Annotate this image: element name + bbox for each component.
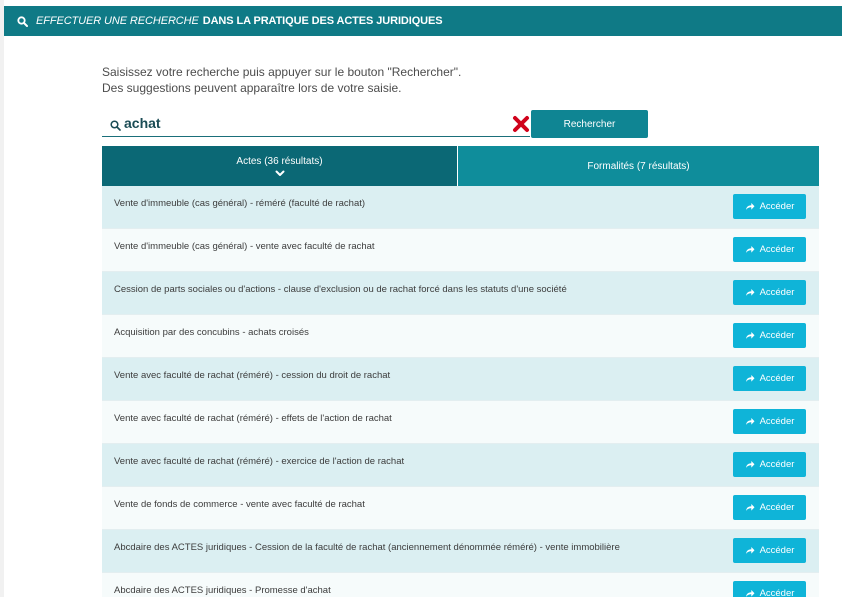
list-item: Vente avec faculté de rachat (réméré) - … (102, 401, 819, 444)
list-item: Abcdaire des ACTES juridiques - Promesse… (102, 573, 819, 597)
list-item: Vente avec faculté de rachat (réméré) - … (102, 358, 819, 401)
tab-formalites[interactable]: Formalités (7 résultats) (458, 146, 819, 186)
list-item: Vente d'immeuble (cas général) - réméré … (102, 186, 819, 229)
search-button[interactable]: Rechercher (531, 110, 648, 138)
result-title[interactable]: Acquisition par des concubins - achats c… (114, 327, 309, 338)
result-title[interactable]: Cession de parts sociales ou d'actions -… (114, 284, 567, 295)
result-title[interactable]: Vente avec faculté de rachat (réméré) - … (114, 370, 390, 381)
intro-text: Saisissez votre recherche puis appuyer s… (102, 64, 461, 96)
header-italic-title: EFFECTUER UNE RECHERCHE (36, 15, 199, 27)
result-title[interactable]: Vente de fonds de commerce - vente avec … (114, 499, 365, 510)
result-title[interactable]: Vente avec faculté de rachat (réméré) - … (114, 413, 392, 424)
access-button[interactable]: Accéder (733, 366, 806, 391)
page: EFFECTUER UNE RECHERCHE DANS LA PRATIQUE… (0, 0, 842, 597)
access-button[interactable]: Accéder (733, 581, 806, 597)
tab-actes-label: Actes (36 résultats) (236, 156, 323, 167)
search-icon (110, 118, 121, 136)
share-arrow-icon (745, 460, 760, 469)
share-arrow-icon (745, 288, 760, 297)
access-button[interactable]: Accéder (733, 194, 806, 219)
access-button[interactable]: Accéder (733, 323, 806, 348)
access-button-label: Accéder (759, 459, 795, 470)
access-button[interactable]: Accéder (733, 538, 806, 563)
chevron-down-icon (275, 169, 285, 180)
list-item: Cession de parts sociales ou d'actions -… (102, 272, 819, 315)
access-button[interactable]: Accéder (733, 409, 806, 434)
results-list: Vente d'immeuble (cas général) - réméré … (102, 186, 819, 597)
tab-formalites-label: Formalités (7 résultats) (587, 160, 690, 172)
access-button[interactable]: Accéder (733, 237, 806, 262)
share-arrow-icon (745, 417, 760, 426)
list-item: Vente avec faculté de rachat (réméré) - … (102, 444, 819, 487)
results-tabs: Actes (36 résultats) Formalités (7 résul… (102, 146, 819, 186)
list-item: Vente de fonds de commerce - vente avec … (102, 487, 819, 530)
header-bold-title: DANS LA PRATIQUE DES ACTES JURIDIQUES (202, 15, 443, 27)
access-button-label: Accéder (759, 201, 795, 212)
share-arrow-icon (745, 245, 760, 254)
access-button-label: Accéder (759, 502, 795, 513)
search-value[interactable]: achat (124, 115, 161, 131)
access-button-label: Accéder (759, 588, 795, 597)
share-arrow-icon (745, 331, 760, 340)
list-item: Acquisition par des concubins - achats c… (102, 315, 819, 358)
header-bar: EFFECTUER UNE RECHERCHE DANS LA PRATIQUE… (4, 6, 842, 36)
left-rule (0, 0, 4, 597)
result-title[interactable]: Vente d'immeuble (cas général) - réméré … (114, 198, 365, 209)
access-button-label: Accéder (759, 545, 795, 556)
share-arrow-icon (745, 503, 760, 512)
search-input[interactable]: achat (102, 112, 530, 137)
share-arrow-icon (745, 546, 760, 555)
access-button[interactable]: Accéder (733, 452, 806, 477)
intro-line-2: Des suggestions peuvent apparaître lors … (102, 81, 402, 95)
access-button-label: Accéder (759, 330, 795, 341)
access-button-label: Accéder (759, 287, 795, 298)
share-arrow-icon (745, 202, 760, 211)
access-button[interactable]: Accéder (733, 495, 806, 520)
result-title[interactable]: Vente d'immeuble (cas général) - vente a… (114, 241, 375, 252)
result-title[interactable]: Vente avec faculté de rachat (réméré) - … (114, 456, 404, 467)
intro-line-1: Saisissez votre recherche puis appuyer s… (102, 65, 462, 79)
list-item: Vente d'immeuble (cas général) - vente a… (102, 229, 819, 272)
access-button-label: Accéder (759, 244, 795, 255)
tab-actes[interactable]: Actes (36 résultats) (102, 146, 457, 186)
list-item: Abcdaire des ACTES juridiques - Cession … (102, 530, 819, 573)
result-title[interactable]: Abcdaire des ACTES juridiques - Promesse… (114, 585, 331, 596)
access-button-label: Accéder (759, 373, 795, 384)
close-icon[interactable] (512, 115, 530, 133)
share-arrow-icon (745, 589, 760, 597)
search-icon (17, 15, 28, 27)
result-title[interactable]: Abcdaire des ACTES juridiques - Cession … (114, 542, 620, 553)
access-button-label: Accéder (759, 416, 795, 427)
share-arrow-icon (745, 374, 760, 383)
access-button[interactable]: Accéder (733, 280, 806, 305)
